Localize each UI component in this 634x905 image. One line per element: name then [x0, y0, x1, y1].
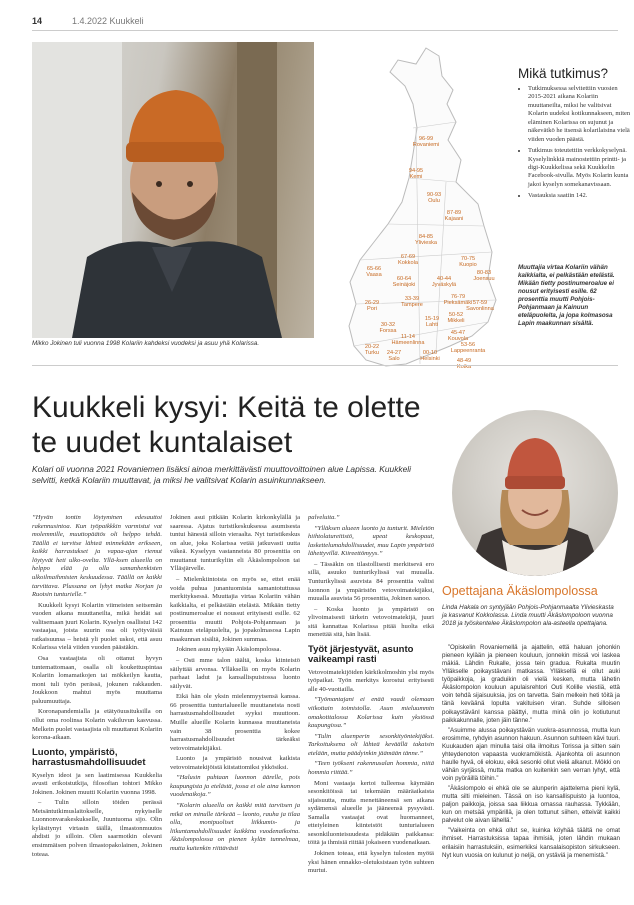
map-caption: Muuttajia virtaa Kolariin vähän kaikkial…: [518, 264, 615, 328]
map-region-name: Pori: [367, 306, 377, 312]
map-region-name: Vaasa: [366, 272, 382, 278]
body-paragraph: Eikä hän ole yksin mielenmyytsensä kanss…: [170, 693, 300, 752]
article-column-1: ”Hyvän tontin löytyminen edesauttoi rake…: [32, 514, 162, 861]
map-region-name: Oulu: [428, 198, 440, 204]
side-paragraph: ”Asuimme alussa poikaystävän vuokra-asun…: [442, 726, 620, 782]
side-story-lead: Linda Hakala on syntyjään Pohjois-Pohjan…: [442, 604, 614, 628]
publication-date: 1.4.2022 Kuukkeli: [72, 16, 144, 26]
body-paragraph: – Tulin silloin töiden perässä Metsäntut…: [32, 799, 162, 858]
body-paragraph: – Osti mme talon täältä, koska kiinteist…: [170, 657, 300, 690]
map-region-name: Kemi: [410, 174, 423, 180]
body-paragraph: Moni vastaaja kertoi tulleensa käymään s…: [308, 779, 434, 847]
quote-paragraph: ”Työmantajani ei enää vaadi olemaan viik…: [308, 696, 434, 730]
side-story-body: ”Opiskelin Rovaniemellä ja ajattelin, et…: [442, 644, 620, 862]
body-paragraph: Jokinen asuu nykyään Äkäslompolossa.: [176, 646, 282, 654]
map-region-name: Jyväskylä: [432, 282, 457, 288]
body-paragraph: Jokinen asui pitkään Kolarin kirkonkyläl…: [170, 514, 300, 573]
quote-paragraph: ”Halusin puhtaan luonnon äärelle, pois k…: [170, 774, 300, 799]
body-paragraph: Vetovoimatekijöiden kärkikolmoshin ylsi …: [308, 668, 434, 693]
portrait-photo-mikko: [32, 42, 314, 338]
finland-postal-map: 96-99 Rovaniemi 94-95 Kemi 90-93 Oulu 87-89 Kaj…: [316, 42, 506, 378]
side-paragraph: ”Opiskelin Rovaniemellä ja ajattelin, et…: [442, 644, 620, 724]
side-story-title: Opettajana Äkäslompolossa: [442, 584, 598, 598]
subheading: Työt järjestyvät, asunto vaikeampi rasti: [308, 643, 414, 666]
page-number: 14: [32, 16, 43, 26]
map-region-name: Savonlinna: [466, 306, 495, 312]
side-paragraph: ”Vaikeinta on ehkä ollut se, kuinka köyh…: [442, 827, 620, 859]
side-paragraph: ”Äkäslompolo ei ehkä ole se alunperin aj…: [442, 785, 620, 825]
sidebox-bullet: Vastauksia saatiin 142.: [528, 192, 632, 200]
map-region-name: Helsinki: [420, 356, 440, 362]
body-paragraph: Koronapandemialla ja etätyöuusituksilla …: [32, 708, 162, 742]
article-column-2: Jokinen asui pitkään Kolarin kirkonkyläl…: [170, 514, 300, 855]
article-headline: Kuukkeli kysyi: Keitä te olette te uudet…: [32, 391, 421, 460]
map-region-name: Turku: [365, 350, 379, 356]
body-paragraph: Luonto ja ympäristö nousivat kaikista ve…: [170, 755, 300, 771]
portrait-photo-linda: [452, 410, 618, 576]
body-paragraph: – Koska luonto ja ympäristö on ylivoimai…: [308, 605, 434, 639]
header-rule: [32, 30, 618, 31]
map-region-name: Rovaniemi: [413, 142, 439, 148]
quote-paragraph: palveluita.”: [308, 514, 340, 521]
map-region-name: Forssa: [379, 328, 397, 334]
map-region-name: Lahti: [426, 322, 438, 328]
article-lead: Kolari oli vuonna 2021 Rovaniemen lisäks…: [32, 464, 411, 486]
map-region-name: Kuopio: [459, 262, 476, 268]
photo-caption: Mikko Jokinen tuli vuonna 1998 Kolariin …: [32, 340, 260, 347]
map-region-name: Ylivieska: [415, 240, 438, 246]
quote-paragraph: ”Ylläksen alueen luonto ja tunturit. Mie…: [308, 524, 434, 558]
map-region-name: Mikkeli: [447, 318, 464, 324]
quote-paragraph: ”Kolarin alueella on kaikki mitä tarvits…: [170, 802, 300, 852]
article-column-3: palveluita.” ”Ylläksen alueen luonto ja …: [308, 514, 434, 878]
body-paragraph: Osa vastaajista oli ottanut hyvyn tuntem…: [32, 655, 162, 705]
quote-paragraph: ”Teen työkseni rakennusalan hommia, niit…: [308, 760, 434, 776]
body-paragraph: Kyselyn ideoi ja sen laatimisessa Kuukke…: [32, 771, 162, 796]
body-paragraph: – Tässäkin on tilastollisesti merkitsevä…: [308, 560, 434, 603]
map-region-name: Salo: [388, 356, 399, 362]
map-region-name: Hämeenlinna: [392, 340, 426, 346]
map-region-name: Kokkola: [398, 260, 419, 266]
sidebox-title: Mikä tutkimus?: [518, 66, 609, 81]
section-rule: [32, 365, 618, 366]
body-paragraph: Jokinen toteaa, että kyselyn tulosten my…: [308, 850, 434, 875]
sidebox-bullets: Tutkimuksessa selvitettiin vuosien 2015-…: [518, 85, 632, 204]
body-paragraph: Kuukkeli kysyi Kolariin viimeisten seits…: [32, 601, 162, 652]
map-region-name: Kajaani: [445, 216, 464, 222]
sidebox-bullet: Tutkimus toteutettiin verkkokyselynä. Ky…: [528, 147, 632, 189]
map-region-name: Joensuu: [473, 276, 494, 282]
map-region-name: Seinäjoki: [393, 282, 416, 288]
body-paragraph: – Mielenkiintoista on myös se, ettei enä…: [170, 575, 300, 643]
quote-paragraph: ”Hyvän tontin löytyminen edesauttoi rake…: [32, 514, 162, 599]
map-region-name: Tampere: [401, 302, 423, 308]
sidebox-bullet: Tutkimuksessa selvitettiin vuosien 2015-…: [528, 85, 632, 144]
page-header: 14 1.4.2022 Kuukkeli: [32, 16, 144, 26]
quote-paragraph: ”Tulin aluenperin sesonkityöntekijäksi. …: [308, 732, 434, 757]
subheading: Luonto, ympäristö, harrastusmahdollisuud…: [32, 746, 146, 769]
map-region-name: Lappeenranta: [451, 348, 486, 354]
